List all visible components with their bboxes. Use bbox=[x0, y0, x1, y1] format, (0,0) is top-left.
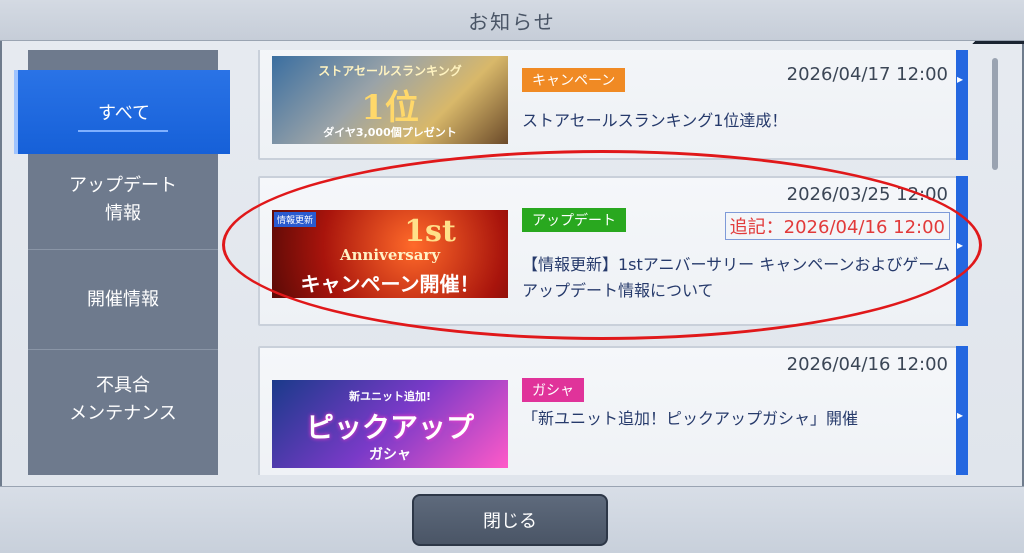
notice-card[interactable]: ストアセールスランキング 1位 ダイヤ3,000個プレゼント キャンペーン 20… bbox=[258, 50, 968, 160]
window-title: お知らせ bbox=[468, 10, 556, 34]
notice-date: 2026/03/25 12:00 bbox=[786, 184, 948, 205]
notice-banner-image: 新ユニット追加! ピックアップ ガシャ bbox=[272, 380, 508, 468]
sidebar-item-label: すべて bbox=[97, 103, 151, 124]
notice-date: 2026/04/17 12:00 bbox=[786, 64, 948, 85]
category-tag: キャンペーン bbox=[522, 68, 626, 92]
notice-banner-image: ストアセールスランキング 1位 ダイヤ3,000個プレゼント bbox=[272, 56, 508, 144]
open-notice-arrow[interactable] bbox=[956, 346, 968, 475]
notice-list[interactable]: ストアセールスランキング 1位 ダイヤ3,000個プレゼント キャンペーン 20… bbox=[240, 50, 980, 475]
banner-text: ピックアップ bbox=[305, 411, 474, 444]
banner-text: 新ユニット追加! bbox=[348, 390, 432, 403]
notice-banner-image: 情報更新 1st Anniversary キャンペーン開催！ bbox=[272, 210, 508, 298]
banner-text: ガシャ bbox=[369, 447, 411, 463]
active-underline bbox=[78, 130, 168, 132]
sidebar-item-label: 開催情報 bbox=[87, 288, 159, 310]
sidebar-item-all[interactable]: すべて bbox=[14, 70, 230, 154]
addendum-date: 追記：2026/04/16 12:00 bbox=[724, 212, 950, 240]
open-notice-arrow[interactable] bbox=[956, 50, 968, 160]
open-notice-arrow[interactable] bbox=[956, 176, 968, 326]
banner-text: ストアセールスランキング bbox=[318, 64, 462, 78]
notice-headline: 【情報更新】1stアニバーサリー キャンペーンおよびゲームアップデート情報につい… bbox=[522, 255, 950, 300]
banner-text: 1st bbox=[404, 214, 456, 249]
list-scrollbar[interactable] bbox=[992, 58, 998, 170]
sidebar-item-bugs-maintenance[interactable]: 不具合 メンテナンス bbox=[28, 350, 218, 450]
category-tag: アップデート bbox=[522, 208, 626, 232]
close-button[interactable]: 閉じる bbox=[412, 494, 608, 546]
sidebar-item-label: アップデート 情報 bbox=[69, 174, 177, 224]
sidebar-item-update-info[interactable]: アップデート 情報 bbox=[28, 150, 218, 250]
sidebar-item-label: 不具合 メンテナンス bbox=[69, 375, 177, 424]
window-header: お知らせ bbox=[0, 0, 1024, 41]
notice-card[interactable]: 情報更新 1st Anniversary キャンペーン開催！ アップデート 20… bbox=[258, 176, 968, 326]
banner-text: 1位 bbox=[361, 88, 419, 128]
update-badge: 情報更新 bbox=[274, 212, 317, 227]
notice-headline: ストアセールスランキング1位達成！ bbox=[522, 111, 788, 130]
sidebar-item-event-info[interactable]: 開催情報 bbox=[28, 250, 218, 350]
banner-text: Anniversary bbox=[339, 246, 441, 264]
notice-headline: 「新ユニット追加！ピックアップガシャ」開催 bbox=[522, 409, 859, 428]
banner-text: ダイヤ3,000個プレゼント bbox=[323, 126, 457, 139]
notice-card[interactable]: 新ユニット追加! ピックアップ ガシャ ガシャ 2026/04/16 12:00… bbox=[258, 346, 968, 475]
notice-date: 2026/04/16 12:00 bbox=[786, 354, 948, 375]
banner-text: キャンペーン開催！ bbox=[300, 272, 480, 296]
category-tag: ガシャ bbox=[522, 378, 584, 402]
